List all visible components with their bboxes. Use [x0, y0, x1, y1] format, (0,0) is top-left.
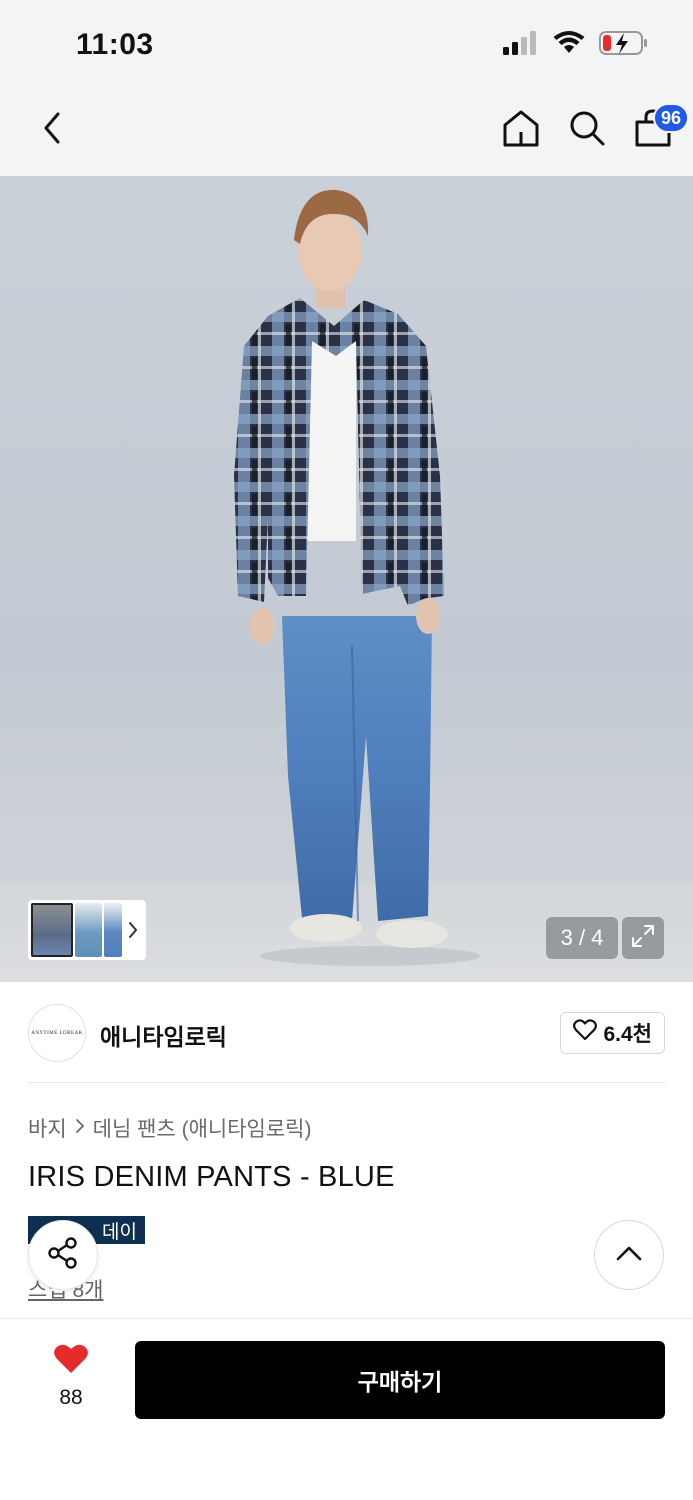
- brand-logo[interactable]: ANYTIME LOREAK: [28, 1004, 86, 1062]
- share-button[interactable]: [28, 1220, 98, 1290]
- expand-icon: [630, 923, 656, 954]
- breadcrumb-subcategory[interactable]: 데님 팬츠 (애니타임로릭): [93, 1113, 312, 1143]
- product-image-gallery[interactable]: 3 / 4: [0, 176, 693, 982]
- promo-badge-label: 데이: [102, 1221, 137, 1243]
- thumbnail-image[interactable]: [75, 903, 103, 957]
- scroll-to-top-button[interactable]: [594, 1220, 664, 1290]
- bottom-action-bar: 88 구매하기: [0, 1318, 693, 1500]
- home-icon: [501, 108, 541, 153]
- back-icon: [40, 110, 64, 151]
- product-photo: [234, 189, 480, 966]
- wifi-icon: [553, 31, 585, 60]
- cart-button[interactable]: 96: [631, 103, 689, 154]
- section-divider: [28, 1082, 665, 1083]
- top-nav: 96: [0, 88, 693, 176]
- heart-filled-icon: [53, 1343, 89, 1380]
- signal-icon: [503, 31, 539, 60]
- share-icon: [46, 1236, 80, 1275]
- wishlist-count: 88: [59, 1386, 83, 1409]
- brand-name[interactable]: 애니타임로릭: [100, 1018, 227, 1052]
- thumbnail-strip[interactable]: [28, 900, 146, 960]
- breadcrumb-category[interactable]: 바지: [28, 1113, 67, 1143]
- status-time: 11:03: [76, 28, 154, 61]
- chevron-up-icon: [616, 1245, 642, 1266]
- search-button[interactable]: [565, 106, 609, 154]
- breadcrumb: 바지 데님 팬츠 (애니타임로릭): [28, 1113, 312, 1143]
- heart-outline-icon: [573, 1019, 598, 1047]
- nav-actions: 96: [499, 103, 689, 154]
- brand-like-button[interactable]: 6.4천: [560, 1012, 665, 1054]
- wishlist-button[interactable]: 88: [36, 1343, 106, 1413]
- brand-row: ANYTIME LOREAK 애니타임로릭 6.4천: [28, 1004, 665, 1062]
- brand-like-count: 6.4천: [603, 1023, 652, 1046]
- image-page-counter: 3 / 4: [546, 917, 618, 959]
- status-icons: [503, 30, 649, 61]
- brand-logo-text: ANYTIME LOREAK: [31, 1030, 83, 1036]
- thumbnail-image[interactable]: [31, 903, 74, 957]
- thumbnail-image[interactable]: [104, 903, 122, 957]
- buy-button[interactable]: 구매하기: [135, 1341, 665, 1419]
- status-bar: 11:03: [0, 0, 693, 88]
- chevron-right-icon: [75, 1116, 85, 1140]
- chevron-right-icon[interactable]: [124, 921, 143, 939]
- search-icon: [568, 109, 606, 152]
- expand-image-button[interactable]: [622, 917, 664, 959]
- home-button[interactable]: [499, 106, 543, 154]
- battery-charging-icon: [599, 30, 649, 61]
- product-title: IRIS DENIM PANTS - BLUE: [28, 1161, 395, 1193]
- back-button[interactable]: [30, 108, 74, 152]
- cart-count-badge: 96: [652, 103, 689, 133]
